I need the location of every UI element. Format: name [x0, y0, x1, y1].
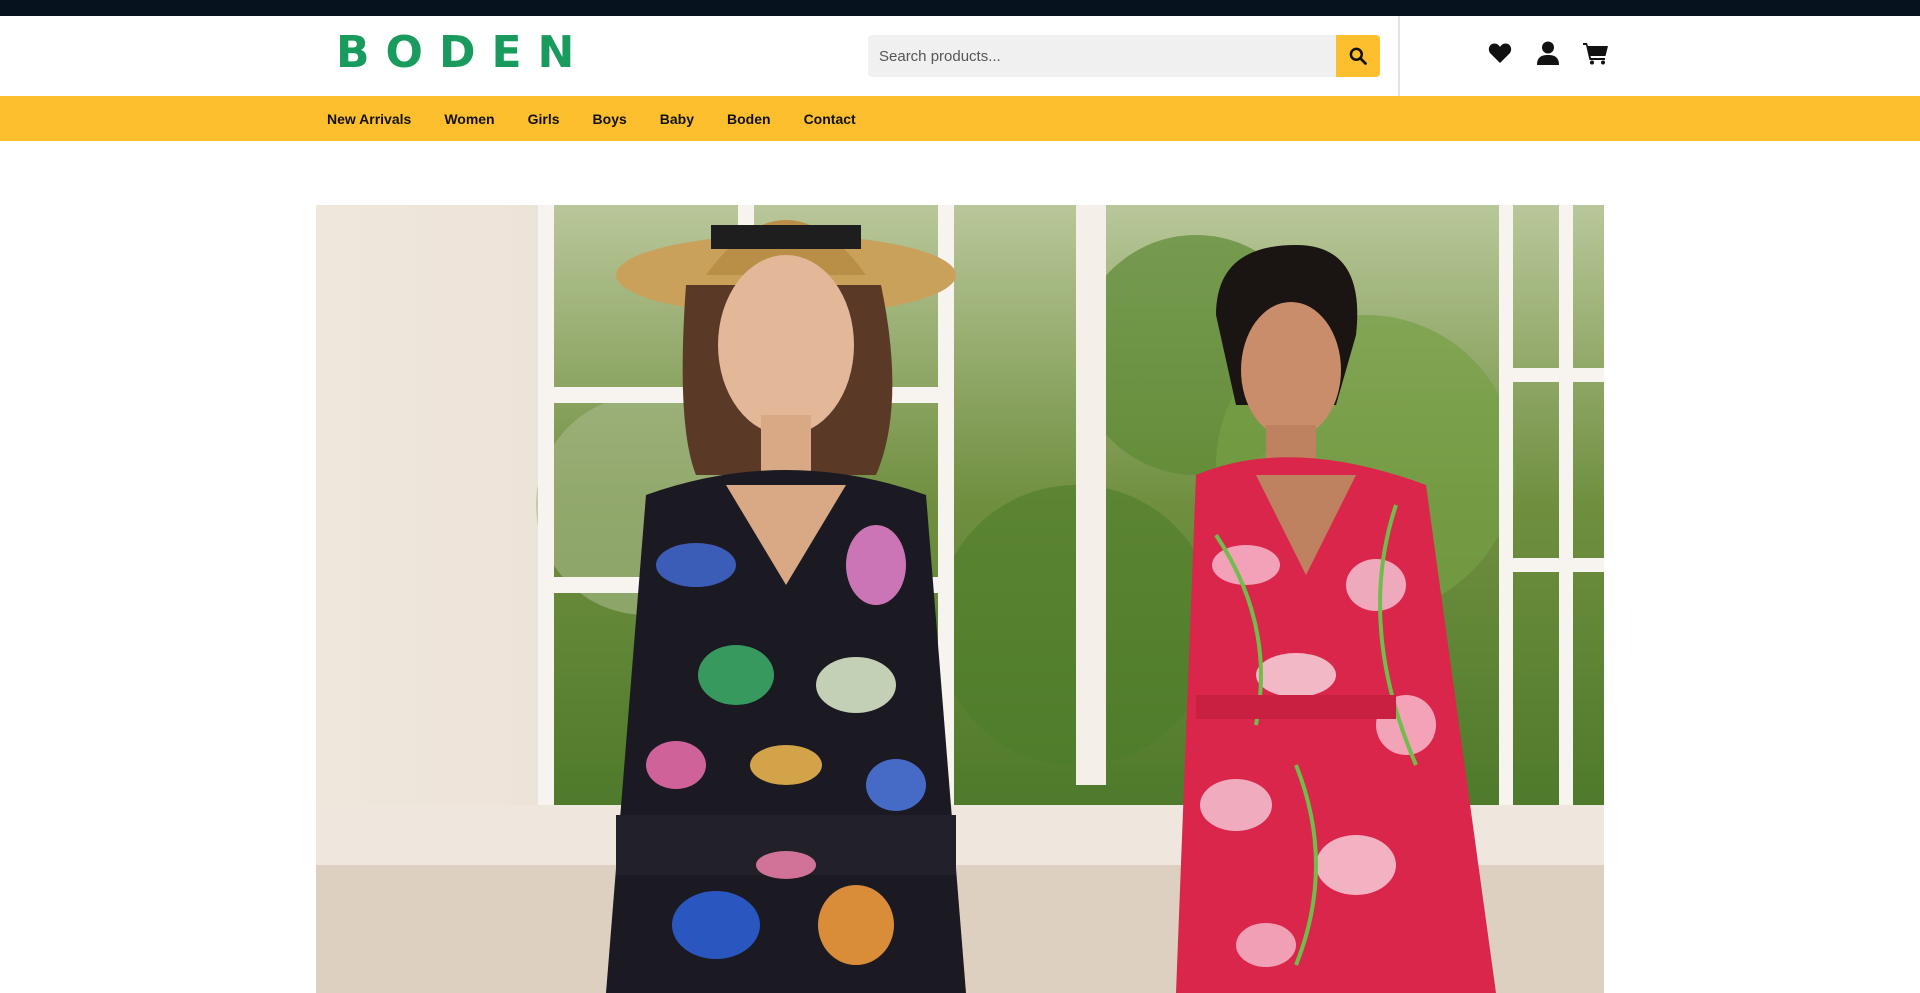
user-icon [1537, 41, 1559, 65]
search-bar [868, 35, 1380, 77]
nav-item-girls[interactable]: Girls [528, 111, 560, 127]
hero-banner-image[interactable] [316, 205, 1604, 993]
cart-button[interactable] [1581, 38, 1611, 68]
site-header: BODEN [0, 16, 1920, 96]
main-navigation: New Arrivals Women Girls Boys Baby Boden… [0, 96, 1920, 141]
wishlist-button[interactable] [1485, 38, 1515, 68]
header-divider [1398, 16, 1400, 96]
nav-item-new-arrivals[interactable]: New Arrivals [327, 111, 411, 127]
heart-icon [1488, 43, 1512, 63]
nav-item-contact[interactable]: Contact [804, 111, 856, 127]
search-icon [1349, 47, 1367, 65]
nav-item-baby[interactable]: Baby [660, 111, 694, 127]
cart-icon [1583, 43, 1608, 65]
search-button[interactable] [1336, 35, 1380, 77]
account-button[interactable] [1533, 38, 1563, 68]
boden-logo[interactable]: BODEN [336, 31, 590, 75]
search-input[interactable] [868, 35, 1336, 77]
nav-item-women[interactable]: Women [444, 111, 494, 127]
hero-illustration [316, 205, 1604, 993]
nav-item-boys[interactable]: Boys [593, 111, 627, 127]
nav-item-boden[interactable]: Boden [727, 111, 771, 127]
top-strip [0, 0, 1920, 16]
